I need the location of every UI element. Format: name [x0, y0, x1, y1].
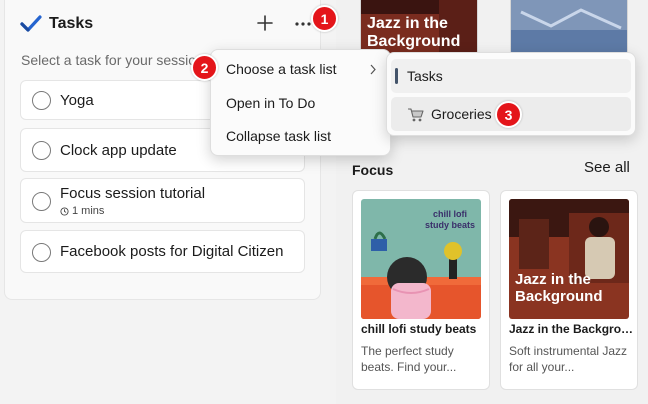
add-task-button[interactable] [255, 12, 275, 34]
task-label: Facebook posts for Digital Citizen [60, 243, 284, 260]
blue-album-art [511, 0, 627, 54]
task-item[interactable]: Focus session tutorial 1 mins [20, 178, 305, 223]
task-label: Focus session tutorial [60, 185, 206, 202]
tasks-title: Tasks [49, 15, 94, 32]
task-checkbox[interactable] [32, 243, 51, 262]
playlist-art: Jazz in the Background [509, 199, 629, 319]
step-badge-3: 3 [495, 101, 522, 128]
task-label: Yoga [60, 92, 94, 109]
shopping-cart-icon [408, 108, 424, 122]
focus-section-title: Focus [352, 162, 394, 178]
step-badge-1: 1 [311, 5, 338, 32]
menu-item-label: Open in To Do [226, 95, 316, 111]
todo-check-icon [20, 15, 42, 32]
chevron-right-icon [370, 64, 376, 75]
submenu-item-tasks[interactable]: Tasks [391, 59, 631, 93]
tasks-header: Tasks [5, 0, 320, 48]
submenu-item-label: Tasks [407, 68, 443, 84]
menu-item-choose-task-list[interactable]: Choose a task list [211, 53, 390, 85]
tasks-context-menu: Choose a task list Open in To Do Collaps… [210, 49, 391, 156]
playlist-card[interactable]: chill lofi study beats chill lofi study … [352, 190, 490, 390]
clock-icon [60, 206, 69, 216]
step-badge-2: 2 [191, 54, 218, 81]
menu-item-collapse-task-list[interactable]: Collapse task list [211, 120, 390, 152]
playlist-card[interactable]: Jazz in the Background Jazz in the Backg… [500, 190, 638, 390]
menu-item-open-in-todo[interactable]: Open in To Do [211, 87, 390, 119]
playlist-title: Jazz in the Background [509, 322, 634, 336]
menu-item-label: Choose a task list [226, 61, 337, 77]
lofi-art-text: chill lofi study beats [424, 209, 475, 230]
active-indicator [395, 68, 398, 84]
see-all-link[interactable]: See all [584, 159, 630, 176]
task-checkbox[interactable] [32, 141, 51, 160]
jazz-album-text: Jazz in the Background [367, 15, 461, 50]
jazz-art-text: Jazz in the Background [515, 271, 603, 305]
playlist-thumbnail[interactable]: Jazz in the Background [360, 0, 478, 55]
task-label: Clock app update [60, 142, 177, 159]
playlist-art: chill lofi study beats [361, 199, 481, 319]
playlist-description: Soft instrumental Jazz for all your... [509, 344, 628, 374]
playlist-thumbnail[interactable] [510, 0, 628, 55]
task-duration: 1 mins [60, 205, 104, 217]
task-checkbox[interactable] [32, 91, 51, 110]
menu-item-label: Collapse task list [226, 128, 332, 144]
more-options-button[interactable] [293, 12, 313, 34]
task-item[interactable]: Facebook posts for Digital Citizen [20, 230, 305, 273]
task-checkbox[interactable] [32, 192, 51, 211]
submenu-item-label: Groceries [431, 106, 492, 122]
playlist-description: The perfect study beats. Find your... [361, 344, 457, 374]
task-duration-text: 1 mins [72, 205, 105, 217]
playlist-title: chill lofi study beats [361, 322, 477, 336]
